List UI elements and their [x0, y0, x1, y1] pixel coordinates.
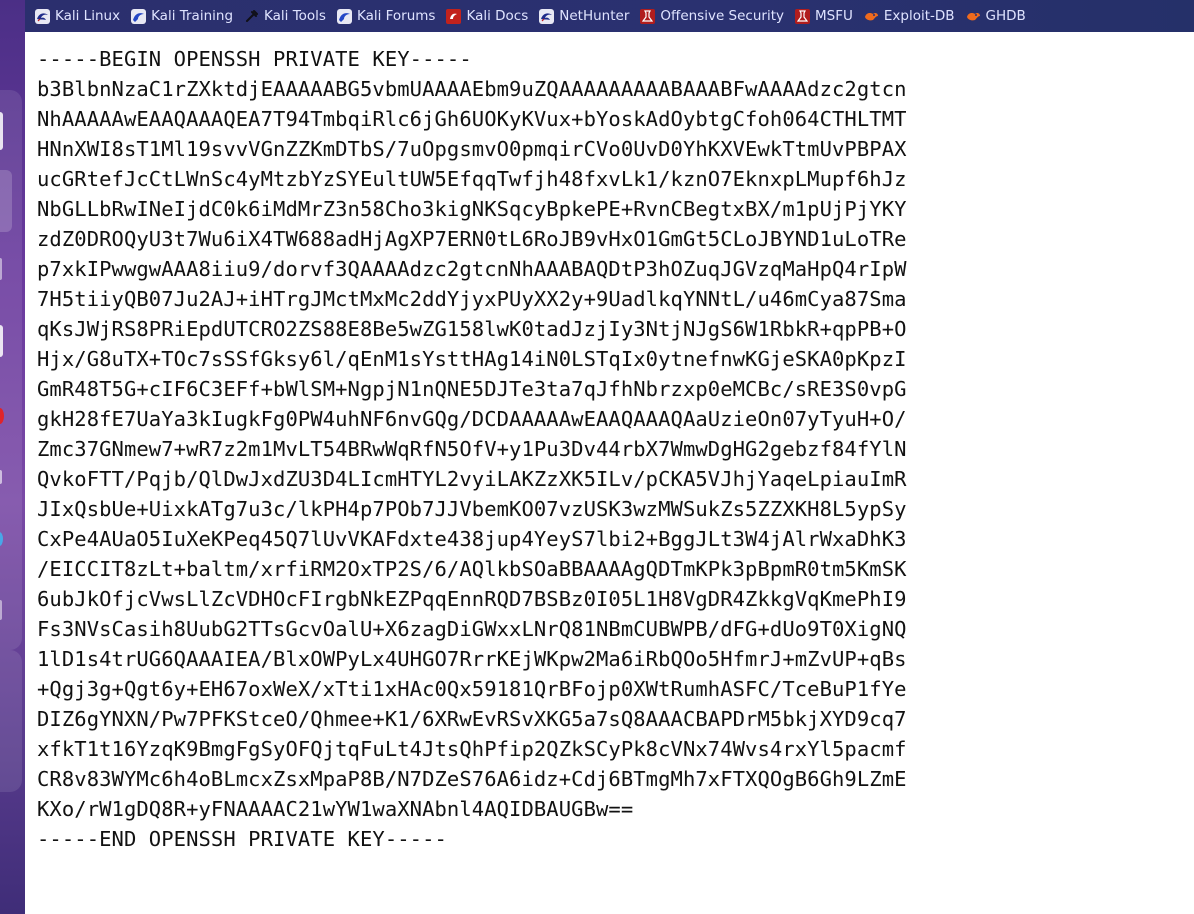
key-line: 7H5tiiyQB07Ju2AJ+iHTrgJMctMxMc2ddYjyxPUy… — [37, 287, 907, 311]
bookmark-label: Kali Forums — [356, 8, 436, 24]
key-line: Fs3NVsCasih8UubG2TTsGcvOalU+X6zagDiGWxxL… — [37, 617, 907, 641]
bookmark-ghdb[interactable]: GHDB — [966, 8, 1026, 24]
desktop-dock — [0, 0, 25, 914]
key-line: zdZ0DROQyU3t7Wu6iX4TW688adHjAgXP7ERN0tL6… — [37, 227, 907, 251]
key-line: +Qgj3g+Qgt6y+EH67oxWeX/xTti1xHAc0Qx59181… — [37, 677, 907, 701]
bookmark-kali-docs[interactable]: Kali Docs — [446, 8, 528, 24]
bookmark-label: Kali Tools — [264, 8, 326, 24]
kali-training-icon — [131, 8, 147, 24]
kali-forums-icon — [336, 8, 352, 24]
bookmark-offensive-security[interactable]: Offensive Security — [640, 8, 784, 24]
key-line: 6ubJkOfjcVwsLlZcVDHOcFIrgbNkEZPqqEnnRQD7… — [37, 587, 907, 611]
dock-item-2[interactable] — [0, 170, 12, 232]
key-line: GmR48T5G+cIF6C3EFf+bWlSM+NgpjN1nQNE5DJTe… — [37, 377, 907, 401]
key-line: QvkoFTT/Pqjb/QlDwJxdZU3D4LIcmHTYL2vyiLAK… — [37, 467, 907, 491]
key-line: Zmc37GNmew7+wR7z2m1MvLT54BRwWqRfN5OfV+y1… — [37, 437, 907, 461]
key-line: gkH28fE7UaYa3kIugkFg0PW4uhNF6nvGQg/DCDAA… — [37, 407, 907, 431]
key-line: CR8v83WYMc6h4oBLmcxZsxMpaP8B/N7DZeS76A6i… — [37, 767, 907, 791]
key-line: p7xkIPwwgwAAA8iiu9/dorvf3QAAAAdzc2gtcnNh… — [37, 257, 907, 281]
bookmark-nethunter[interactable]: NetHunter — [539, 8, 629, 24]
bookmark-kali-forums[interactable]: Kali Forums — [336, 8, 436, 24]
bookmark-msfu[interactable]: MSFU — [795, 8, 853, 24]
page-content: -----BEGIN OPENSSH PRIVATE KEY----- b3Blb… — [25, 32, 1194, 914]
key-line: NbGLLbRwINeIjdC0k6iMdMrZ3n58Cho3kigNKSqc… — [37, 197, 907, 221]
dock-panel-lower — [0, 650, 22, 792]
bookmark-label: Kali Linux — [55, 8, 121, 24]
key-line: 1lD1s4trUG6QAAAIEA/BlxOWPyLx4UHGO7RrrKEj… — [37, 647, 907, 671]
kali-docs-icon — [446, 8, 462, 24]
dock-item-3[interactable] — [0, 258, 2, 280]
bookmarks-toolbar: Kali Linux Kali Training Kali Tools Kali… — [25, 0, 1194, 32]
nethunter-icon — [539, 8, 555, 24]
key-line: qKsJWjRS8PRiEpdUTCRO2ZS88E8Be5wZG158lwK0… — [37, 317, 907, 341]
bookmark-kali-linux[interactable]: Kali Linux — [35, 8, 120, 24]
bookmark-label: Offensive Security — [660, 8, 784, 24]
key-line: xfkT1t16YzqK9BmgFgSyOFQjtqFuLt4JtsQhPfip… — [37, 737, 907, 761]
key-line: NhAAAAAwEAAQAAAQEA7T94TmbqiRlc6jGh6UOKyK… — [37, 107, 907, 131]
bookmark-label: MSFU — [815, 8, 853, 24]
exploit-db-icon — [864, 9, 879, 24]
key-line: DIZ6gYNXN/Pw7PFKStceO/Qhmee+K1/6XRwEvRSv… — [37, 707, 907, 731]
bookmark-label: Kali Docs — [466, 8, 529, 24]
dock-item-1[interactable] — [0, 112, 3, 150]
bookmark-label: NetHunter — [559, 8, 630, 24]
offensive-security-icon — [640, 8, 656, 24]
kali-tools-icon — [244, 9, 259, 24]
bookmark-kali-training[interactable]: Kali Training — [131, 8, 233, 24]
dock-item-4[interactable] — [0, 325, 3, 357]
bookmark-exploit-db[interactable]: Exploit-DB — [864, 8, 955, 24]
key-line: -----END OPENSSH PRIVATE KEY----- — [37, 827, 447, 851]
bookmark-label: Exploit-DB — [883, 8, 955, 24]
key-line: KXo/rW1gDQ8R+yFNAAAAC21wYW1waXNAbnl4AQID… — [37, 797, 634, 821]
bookmark-kali-tools[interactable]: Kali Tools — [244, 8, 326, 24]
dock-item-5[interactable] — [0, 470, 2, 484]
bookmark-label: Kali Training — [151, 8, 234, 24]
dock-item-6[interactable] — [0, 600, 2, 620]
key-line: /EICCIT8zLt+baltm/xrfiRM2OxTP2S/6/AQlkbS… — [37, 557, 907, 581]
msfu-icon — [795, 8, 810, 24]
key-line: -----BEGIN OPENSSH PRIVATE KEY----- — [37, 47, 472, 71]
desktop: Kali Linux Kali Training Kali Tools Kali… — [0, 0, 1194, 914]
private-key-text[interactable]: -----BEGIN OPENSSH PRIVATE KEY----- b3Blb… — [37, 44, 907, 854]
ghdb-icon — [966, 9, 981, 24]
kali-dragon-icon — [35, 8, 50, 24]
key-line: HNnXWI8sT1Ml19svvVGnZZKmDTbS/7uOpgsmvO0p… — [37, 137, 907, 161]
bookmark-label: GHDB — [985, 8, 1026, 24]
key-line: JIxQsbUe+UixkATg7u3c/lkPH4p7POb7JJVbemKO… — [37, 497, 907, 521]
key-line: b3BlbnNzaC1rZXktdjEAAAAABG5vbmUAAAAEbm9u… — [37, 77, 907, 101]
key-line: Hjx/G8uTX+TOc7sSSfGksy6l/qEnM1sYsttHAg14… — [37, 347, 907, 371]
key-line: ucGRtefJcCtLWnSc4yMtzbYzSYEultUW5EfqqTwf… — [37, 167, 907, 191]
key-line: CxPe4AUaO5IuXeKPeq45Q7lUvVKAFdxte438jup4… — [37, 527, 907, 551]
